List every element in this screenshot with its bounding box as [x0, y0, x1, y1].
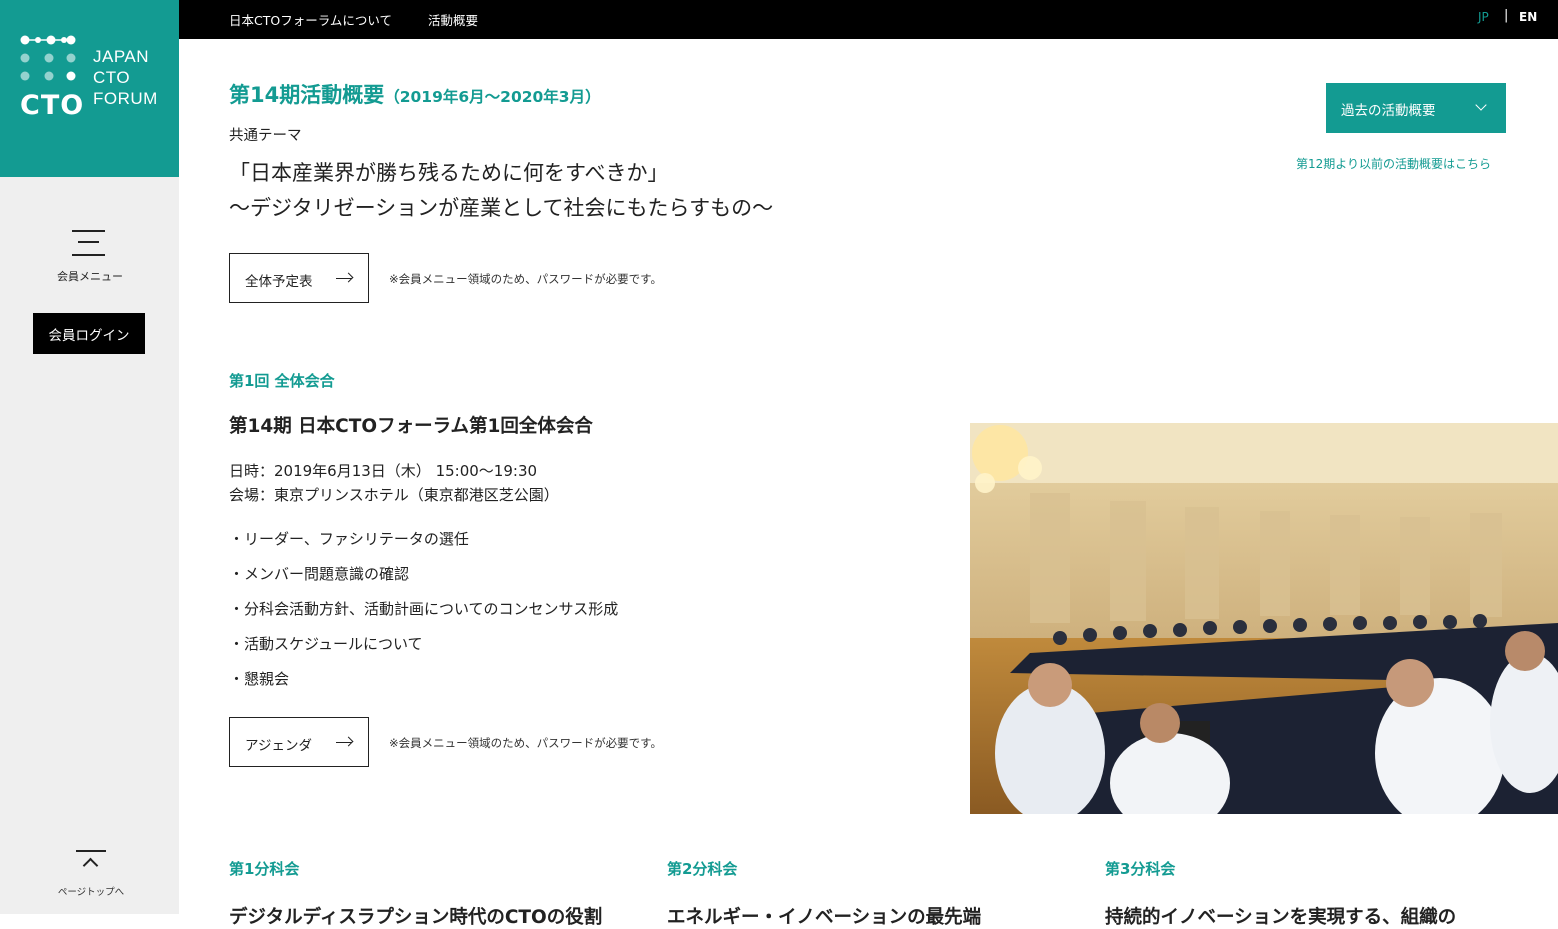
schedule-button[interactable]: 全体予定表	[229, 253, 369, 303]
logo-line-cto: CTO	[93, 68, 131, 87]
list-item: ・分科会活動方針、活動計画についてのコンセンサス形成	[229, 600, 619, 618]
past-activities-label: 過去の活動概要	[1341, 103, 1436, 119]
theme-line-1: 「日本産業界が勝ち残るために何をすべきか」	[229, 161, 669, 185]
meeting-label: 第1回 全体会合	[229, 372, 335, 390]
meeting-photo	[970, 423, 1558, 814]
meeting-items-list: ・リーダー、ファシリテータの選任 ・メンバー問題意識の確認 ・分科会活動方針、活…	[229, 528, 618, 703]
sidebar: CTO JAPAN CTO FORUM 会員メニュー 会員ログイン ページトップ…	[0, 0, 179, 914]
logo[interactable]: CTO JAPAN CTO FORUM	[0, 0, 179, 177]
list-item: ・活動スケジュールについて	[229, 635, 423, 653]
meeting-date: 日時：2019年6月13日（木） 15:00～19:30	[229, 462, 538, 480]
subcommittee-2-title[interactable]: エネルギー・イノベーションの最先端	[667, 903, 1077, 929]
meeting-venue: 会場：東京プリンスホテル（東京都港区芝公園）	[229, 486, 559, 504]
nav-about[interactable]: 日本CTOフォーラムについて	[229, 10, 392, 29]
subcommittee-2-label: 第2分科会	[667, 860, 738, 878]
schedule-password-note: ※会員メニュー領域のため、パスワードが必要です。	[389, 272, 662, 286]
agenda-password-note: ※会員メニュー領域のため、パスワードが必要です。	[389, 736, 662, 750]
page-title: 第14期活動概要（2019年6月～2020年3月）	[229, 79, 601, 109]
member-menu-label: 会員メニュー	[57, 270, 123, 283]
meeting-title: 第14期 日本CTOフォーラム第1回全体会合	[229, 416, 593, 437]
menu-icon	[72, 228, 105, 258]
subcommittee-1-label: 第1分科会	[229, 860, 300, 878]
page-title-main: 第14期活動概要	[229, 83, 385, 107]
nav-activities[interactable]: 活動概要	[428, 10, 478, 29]
arrow-right-icon	[336, 278, 352, 279]
agenda-button[interactable]: アジェンダ	[229, 717, 369, 767]
logo-text: JAPAN CTO FORUM	[93, 46, 158, 109]
page-title-period: （2019年6月～2020年3月）	[384, 88, 601, 106]
lang-separator: |	[1504, 8, 1509, 23]
past-activities-dropdown[interactable]: 過去の活動概要	[1326, 83, 1506, 133]
schedule-button-label: 全体予定表	[245, 274, 313, 290]
agenda-button-label: アジェンダ	[245, 738, 312, 754]
list-item: ・メンバー問題意識の確認	[229, 565, 410, 583]
theme-line-2: ～デジタリゼーションが産業として社会にもたらすもの～	[229, 196, 774, 220]
subcommittee-1-title[interactable]: デジタルディスラプション時代のCTOの役割	[229, 903, 639, 929]
arrow-right-icon	[336, 742, 352, 743]
page-top-button[interactable]: ページトップへ	[55, 847, 127, 903]
lang-jp-link[interactable]: JP	[1478, 10, 1489, 24]
logo-dots-icon	[20, 35, 76, 81]
subcommittee-3-label: 第3分科会	[1105, 860, 1176, 878]
subcommittee-3-title[interactable]: 持続的イノベーションを実現する、組織の	[1105, 903, 1515, 929]
member-menu-button[interactable]: 会員メニュー	[50, 228, 130, 284]
page-top-label: ページトップへ	[57, 887, 125, 898]
chevron-up-icon	[82, 857, 99, 874]
member-login-button[interactable]: 会員ログイン	[33, 313, 145, 354]
page-top-line	[76, 850, 106, 852]
logo-line-forum: FORUM	[93, 89, 158, 108]
theme-label: 共通テーマ	[229, 128, 302, 144]
logo-mark: CTO	[20, 90, 85, 121]
logo-line-japan: JAPAN	[93, 47, 150, 66]
list-item: ・懇親会	[229, 670, 290, 688]
top-nav-bar: 日本CTOフォーラムについて 活動概要 JP | EN	[179, 0, 1558, 39]
chevron-down-icon	[1475, 99, 1487, 111]
lang-en-link[interactable]: EN	[1519, 10, 1537, 24]
past-activities-link[interactable]: 第12期より以前の活動概要はこちら	[1296, 155, 1491, 172]
list-item: ・リーダー、ファシリテータの選任	[229, 530, 469, 548]
